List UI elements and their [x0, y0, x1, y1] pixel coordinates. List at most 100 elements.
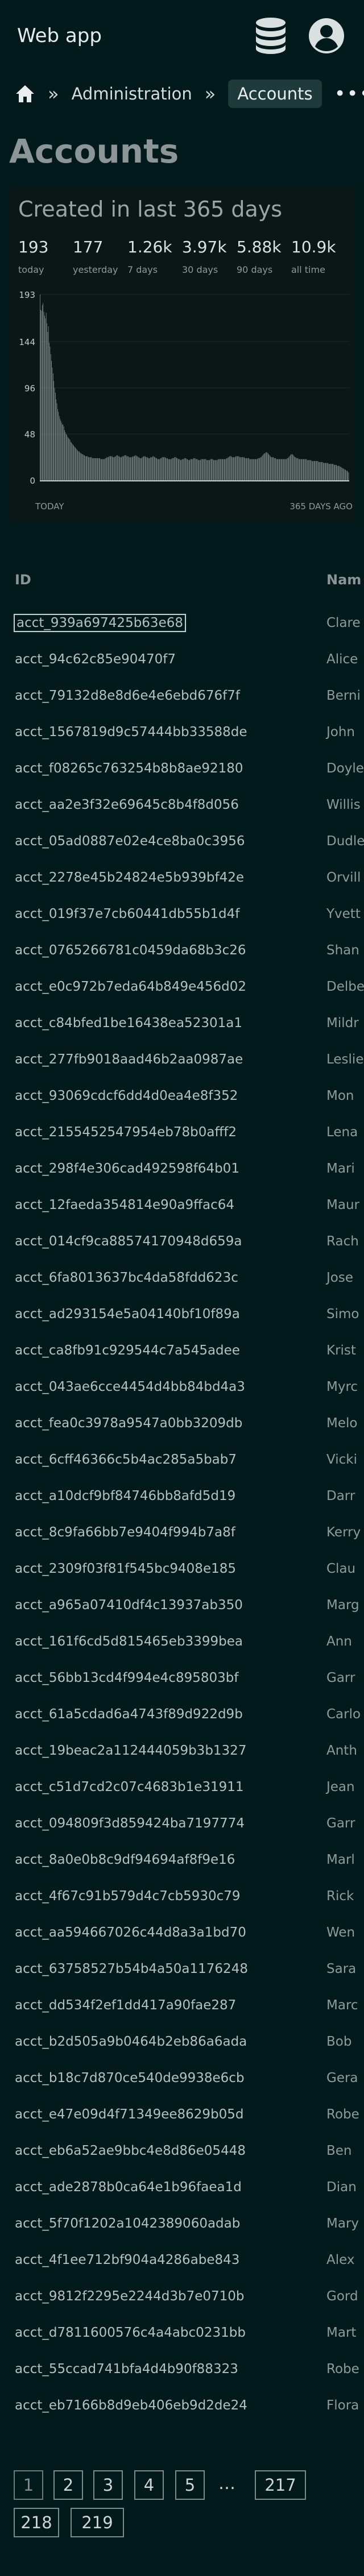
account-id-cell[interactable]: acct_c51d7cd2c07c4683b1e31911	[15, 1780, 244, 1794]
home-icon[interactable]	[15, 79, 35, 109]
account-id-cell[interactable]: acct_e0c972b7eda64b849e456d02	[15, 979, 246, 994]
account-id-cell[interactable]: acct_61a5cdad6a4743f89d922d9b	[15, 1707, 243, 1722]
table-row[interactable]: acct_b2d505a9b0464b2eb86a6ada Bob	[0, 2024, 364, 2060]
account-id-cell[interactable]: acct_a10dcf9bf84746bb8afd5d19	[15, 1489, 235, 1503]
table-row[interactable]: acct_4f67c91b579d4c7cb5930c79 Rick	[0, 1879, 364, 1915]
table-row[interactable]: acct_eb7166b8d9eb406eb9d2de24 Flora	[0, 2388, 364, 2424]
table-row[interactable]: acct_61a5cdad6a4743f89d922d9b Carlo	[0, 1697, 364, 1733]
table-row[interactable]: acct_9812f2295e2244d3b7e0710b Gord	[0, 2279, 364, 2315]
account-id-cell[interactable]: acct_aa594667026c44d8a3a1bd70	[15, 1925, 246, 1940]
account-id-cell[interactable]: acct_2155452547954eb78b0afff2	[15, 1125, 237, 1140]
account-id-cell[interactable]: acct_094809f3d859424ba7197774	[15, 1816, 245, 1831]
table-row[interactable]: acct_c84bfed1be16438ea52301a1 Mildr	[0, 1006, 364, 1042]
account-id-cell[interactable]: acct_aa2e3f32e69645c8b4f8d056	[15, 797, 239, 812]
user-avatar-icon[interactable]	[306, 15, 347, 56]
table-row[interactable]: acct_eb6a52ae9bbc4e8d86e05448 Ben	[0, 2133, 364, 2170]
account-id-cell[interactable]: acct_b18c7d870ce540de9938e6cb	[15, 2071, 245, 2085]
account-id-cell[interactable]: acct_043ae6cce4454d4bb84bd4a3	[15, 1380, 245, 1394]
table-row[interactable]: acct_161f6cd5d815465eb3399bea Ann	[0, 1624, 364, 1660]
table-row[interactable]: acct_2155452547954eb78b0afff2 Lena	[0, 1115, 364, 1151]
account-id-cell[interactable]: acct_ade2878b0ca64e1b96faea1d	[15, 2180, 242, 2195]
account-id-cell[interactable]: acct_298f4e306cad492598f64b01	[15, 1161, 239, 1176]
table-row[interactable]: acct_63758527b54b4a50a1176248 Sara	[0, 1951, 364, 1988]
table-row[interactable]: acct_ca8fb91c929544c7a545adee Krist	[0, 1333, 364, 1369]
account-id-cell[interactable]: acct_161f6cd5d815465eb3399bea	[15, 1634, 243, 1649]
account-id-cell[interactable]: acct_63758527b54b4a50a1176248	[15, 1962, 248, 1976]
table-row[interactable]: acct_d7811600576c4a4abc0231bb Mart	[0, 2315, 364, 2351]
table-row[interactable]: acct_8c9fa66bb7e9404f994b7a8f Kerry	[0, 1515, 364, 1551]
account-id-cell[interactable]: acct_94c62c85e90470f7	[15, 652, 176, 667]
breadcrumb-accounts[interactable]: Accounts	[228, 80, 322, 108]
account-id-cell[interactable]: acct_f08265c763254b8b8ae92180	[15, 761, 243, 776]
table-row[interactable]: acct_fea0c3978a9547a0bb3209db Melo	[0, 1406, 364, 1442]
table-row[interactable]: acct_6cff46366c5b4ac285a5bab7 Vicki	[0, 1442, 364, 1478]
table-row[interactable]: acct_12faeda354814e90a9ffac64 Maur	[0, 1187, 364, 1224]
table-row[interactable]: acct_94c62c85e90470f7 Alice	[0, 642, 364, 678]
account-id-cell[interactable]: acct_ad293154e5a04140bf10f89a	[15, 1307, 240, 1322]
account-id-cell[interactable]: acct_014cf9ca88574170948d659a	[15, 1234, 242, 1249]
table-row[interactable]: acct_298f4e306cad492598f64b01 Mari	[0, 1151, 364, 1187]
account-id-cell[interactable]: acct_1567819d9c57444bb33588de	[15, 725, 247, 739]
page-button-5[interactable]: 5	[175, 2470, 205, 2500]
account-id-cell[interactable]: acct_dd534f2ef1dd417a90fae287	[15, 1998, 236, 2013]
account-id-cell[interactable]: acct_2309f03f81f545bc9408e185	[15, 1561, 236, 1576]
account-id-cell[interactable]: acct_d7811600576c4a4abc0231bb	[15, 2325, 246, 2340]
account-id-cell[interactable]: acct_eb6a52ae9bbc4e8d86e05448	[15, 2143, 246, 2158]
account-id-cell[interactable]: acct_c84bfed1be16438ea52301a1	[15, 1016, 242, 1031]
table-row[interactable]: acct_05ad0887e02e4ce8ba0c3956 Dudle	[0, 824, 364, 860]
table-row[interactable]: acct_2278e45b24824e5b939bf42e Orvill	[0, 860, 364, 896]
account-id-cell[interactable]: acct_eb7166b8d9eb406eb9d2de24	[15, 2398, 247, 2413]
account-id-cell[interactable]: acct_e47e09d4f71349ee8629b05d	[15, 2107, 244, 2122]
table-row[interactable]: acct_a965a07410df4c13937ab350 Marg	[0, 1588, 364, 1624]
account-id-cell[interactable]: acct_fea0c3978a9547a0bb3209db	[15, 1416, 242, 1431]
table-row[interactable]: acct_277fb9018aad46b2aa0987ae Leslie	[0, 1042, 364, 1078]
table-row[interactable]: acct_019f37e7cb60441db55b1d4f Yvett	[0, 896, 364, 933]
table-row[interactable]: acct_4f1ee712bf904a4286abe843 Alex	[0, 2242, 364, 2279]
table-row[interactable]: acct_a10dcf9bf84746bb8afd5d19 Darr	[0, 1478, 364, 1515]
table-row[interactable]: acct_ad293154e5a04140bf10f89a Simo	[0, 1297, 364, 1333]
account-id-cell[interactable]: acct_b2d505a9b0464b2eb86a6ada	[15, 2034, 247, 2049]
account-id-cell[interactable]: acct_4f67c91b579d4c7cb5930c79	[15, 1889, 241, 1904]
account-id-cell[interactable]: acct_8c9fa66bb7e9404f994b7a8f	[15, 1525, 235, 1540]
table-row[interactable]: acct_f08265c763254b8b8ae92180 Doyle	[0, 751, 364, 787]
table-row[interactable]: acct_56bb13cd4f994e4c895803bf Garr	[0, 1660, 364, 1697]
column-header-id[interactable]: ID	[15, 554, 31, 605]
table-row[interactable]: acct_c51d7cd2c07c4683b1e31911 Jean	[0, 1769, 364, 1806]
page-button-3[interactable]: 3	[93, 2470, 123, 2500]
table-row[interactable]: acct_e0c972b7eda64b849e456d02 Delbe	[0, 969, 364, 1006]
table-row[interactable]: acct_93069cdcf6dd4d0ea4e8f352 Mon	[0, 1078, 364, 1115]
page-button-1[interactable]: 1	[14, 2470, 43, 2500]
account-id-cell[interactable]: acct_6fa8013637bc4da58fdd623c	[15, 1270, 238, 1285]
table-row[interactable]: acct_014cf9ca88574170948d659a Rach	[0, 1224, 364, 1260]
account-id-cell[interactable]: acct_9812f2295e2244d3b7e0710b	[15, 2289, 245, 2304]
table-row[interactable]: acct_79132d8e8d6e4e6ebd676f7f Berni	[0, 678, 364, 714]
table-row[interactable]: acct_55ccad741bfa4d4b90f88323 Robe	[0, 2351, 364, 2388]
account-id-cell[interactable]: acct_6cff46366c5b4ac285a5bab7	[15, 1452, 237, 1467]
account-id-cell[interactable]: acct_a965a07410df4c13937ab350	[15, 1598, 243, 1613]
table-row[interactable]: acct_2309f03f81f545bc9408e185 Clau	[0, 1551, 364, 1588]
table-row[interactable]: acct_043ae6cce4454d4bb84bd4a3 Myrc	[0, 1369, 364, 1406]
account-id-cell[interactable]: acct_8a0e0b8c9df94694af8f9e16	[15, 1852, 235, 1867]
account-id-cell[interactable]: acct_55ccad741bfa4d4b90f88323	[15, 2362, 238, 2376]
table-row[interactable]: acct_5f70f1202a1042389060adab Mary	[0, 2206, 364, 2242]
account-id-cell[interactable]: acct_2278e45b24824e5b939bf42e	[15, 870, 244, 885]
account-id-cell[interactable]: acct_019f37e7cb60441db55b1d4f	[15, 907, 239, 921]
page-button-2[interactable]: 2	[53, 2470, 83, 2500]
breadcrumb-administration[interactable]: Administration	[72, 84, 192, 103]
table-row[interactable]: acct_6fa8013637bc4da58fdd623c Jose	[0, 1260, 364, 1297]
table-row[interactable]: acct_1567819d9c57444bb33588de John	[0, 714, 364, 751]
table-row[interactable]: acct_094809f3d859424ba7197774 Garr	[0, 1806, 364, 1842]
table-row[interactable]: acct_aa594667026c44d8a3a1bd70 Wen	[0, 1915, 364, 1951]
account-id-cell[interactable]: acct_19beac2a112444059b3b1327	[15, 1743, 246, 1758]
page-button-4[interactable]: 4	[134, 2470, 164, 2500]
account-id-cell[interactable]: acct_79132d8e8d6e4e6ebd676f7f	[15, 688, 240, 703]
account-id-cell[interactable]: acct_0765266781c0459da68b3c26	[15, 943, 246, 958]
column-header-name[interactable]: Nam	[326, 554, 361, 605]
table-row[interactable]: acct_b18c7d870ce540de9938e6cb Gera	[0, 2060, 364, 2097]
table-row[interactable]: acct_ade2878b0ca64e1b96faea1d Dian	[0, 2170, 364, 2206]
account-id-cell[interactable]: acct_12faeda354814e90a9ffac64	[15, 1198, 234, 1212]
table-row[interactable]: acct_939a697425b63e68 Clare	[0, 605, 364, 642]
account-id-cell[interactable]: acct_05ad0887e02e4ce8ba0c3956	[15, 834, 245, 849]
more-icon[interactable]: •••	[334, 82, 364, 105]
table-row[interactable]: acct_8a0e0b8c9df94694af8f9e16 Marl	[0, 1842, 364, 1879]
